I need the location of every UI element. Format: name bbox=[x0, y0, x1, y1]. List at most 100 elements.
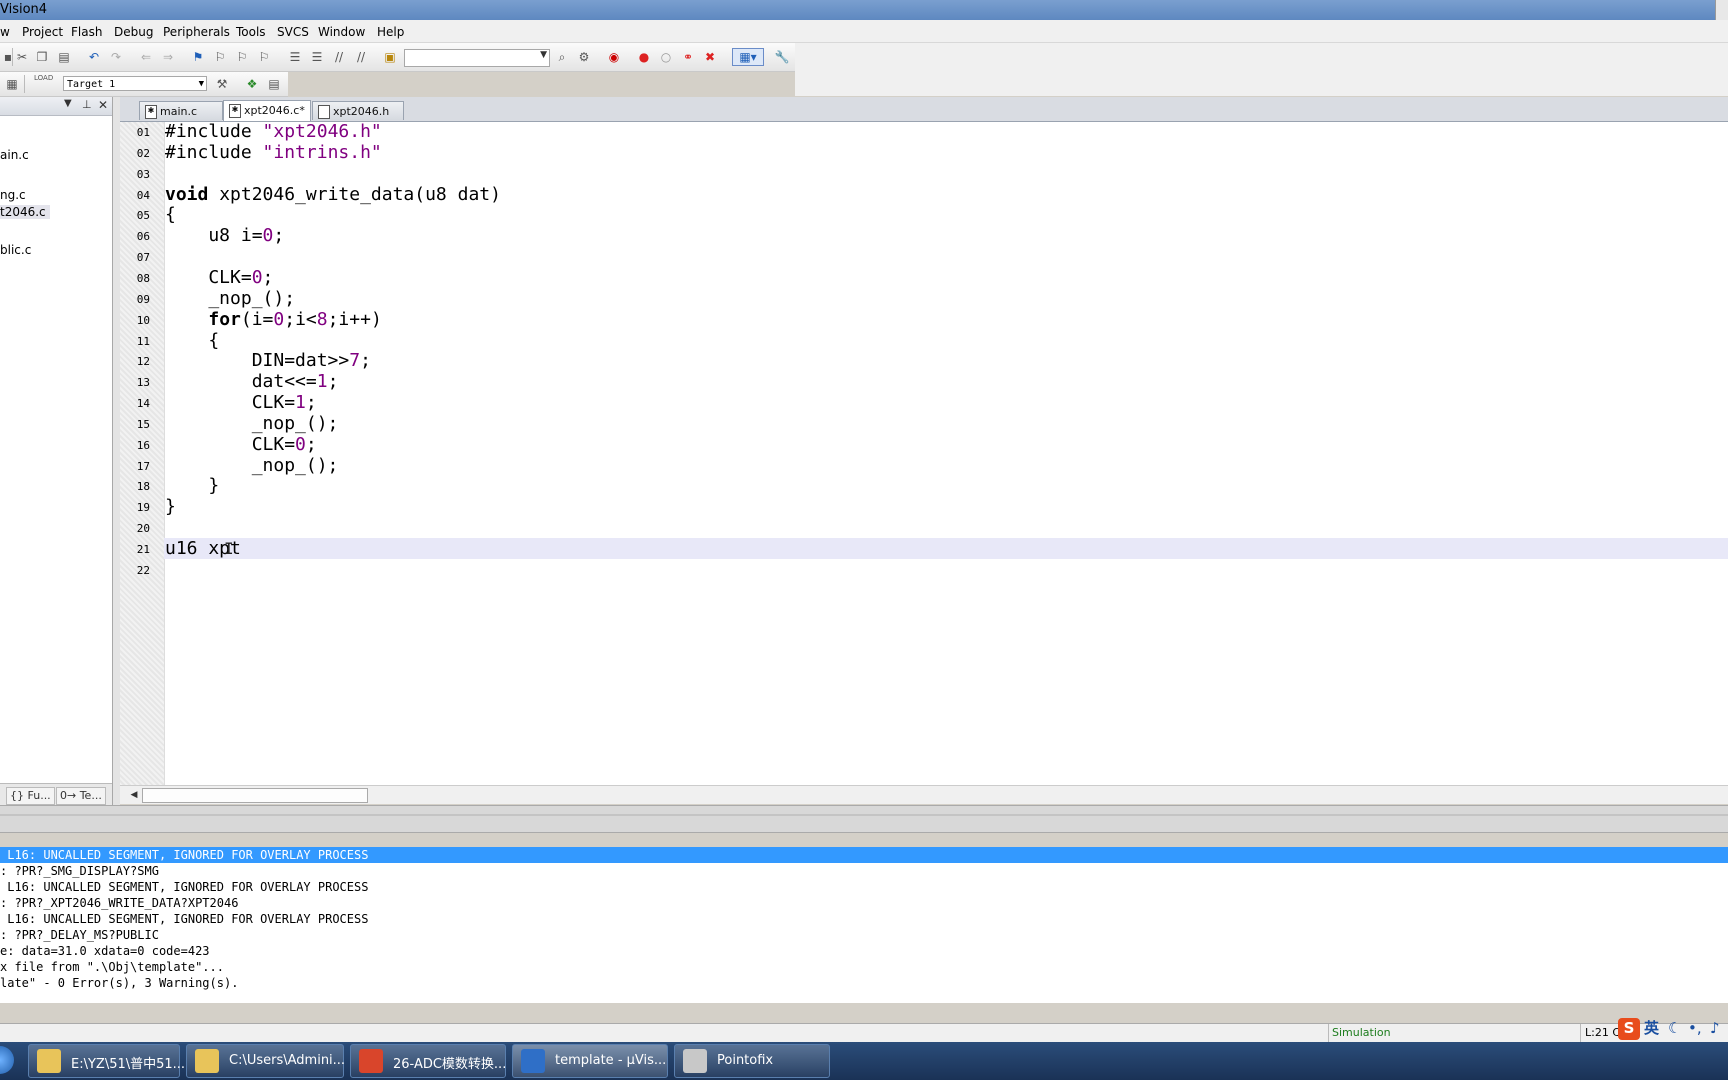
tree-item-public[interactable]: blic.c bbox=[0, 243, 31, 257]
taskbar-item-uvision[interactable]: template - µVis... bbox=[512, 1044, 668, 1078]
nav-back-icon[interactable]: ⇐ bbox=[138, 49, 154, 65]
redo-icon[interactable]: ↷ bbox=[108, 49, 124, 65]
next-bookmark-icon[interactable]: ⚐ bbox=[234, 49, 250, 65]
menu-svcs[interactable]: SVCS bbox=[277, 25, 309, 39]
code-line[interactable]: } bbox=[164, 475, 1728, 496]
output-line[interactable]: e: data=31.0 xdata=0 code=423 bbox=[0, 943, 1728, 959]
code-line[interactable]: _nop_(); bbox=[164, 455, 1728, 476]
taskbar-item-powerpoint[interactable]: 26-ADC模数转换... bbox=[350, 1044, 506, 1078]
find-icon[interactable]: ⌕ bbox=[554, 49, 570, 65]
tab-xpt2046-c[interactable]: ✱ xpt2046.c* bbox=[223, 100, 311, 121]
code-line[interactable]: CLK=0; bbox=[164, 434, 1728, 455]
microphone-icon[interactable]: ♪ bbox=[1710, 1018, 1720, 1038]
select-packs-icon[interactable]: ▤ bbox=[266, 76, 282, 92]
uncomment-icon[interactable]: // bbox=[353, 49, 369, 65]
ime-language[interactable]: 英 bbox=[1644, 1018, 1659, 1038]
build-output-window[interactable]: L16: UNCALLED SEGMENT, IGNORED FOR OVERL… bbox=[0, 847, 1728, 1003]
code-line[interactable] bbox=[164, 517, 1728, 538]
code-line[interactable] bbox=[164, 559, 1728, 580]
window-control-button[interactable] bbox=[1715, 0, 1728, 20]
indent-icon[interactable]: ☰ bbox=[287, 49, 303, 65]
find-combo[interactable]: ▼ bbox=[404, 49, 550, 67]
menu-tools[interactable]: Tools bbox=[236, 25, 266, 39]
code-line[interactable]: { bbox=[164, 330, 1728, 351]
code-line[interactable]: { bbox=[164, 204, 1728, 225]
start-button-icon[interactable] bbox=[0, 1046, 14, 1074]
scroll-left-icon[interactable]: ◀ bbox=[128, 788, 140, 802]
code-line[interactable] bbox=[164, 246, 1728, 267]
menu-flash[interactable]: Flash bbox=[71, 25, 102, 39]
load-icon[interactable]: LOAD bbox=[34, 74, 53, 90]
taskbar-item-explorer-1[interactable]: E:\YZ\51\普中51... bbox=[28, 1044, 185, 1078]
tab-xpt2046-h[interactable]: xpt2046.h bbox=[312, 101, 404, 120]
find-in-files-icon[interactable]: ▣ bbox=[382, 49, 398, 65]
menu-view[interactable]: w bbox=[0, 25, 10, 39]
code-line[interactable]: #include "intrins.h" bbox=[164, 142, 1728, 163]
bookmark-icon[interactable]: ⚑ bbox=[190, 49, 206, 65]
paste-icon[interactable]: ▤ bbox=[56, 49, 72, 65]
target-options-icon[interactable]: ⚒ bbox=[214, 76, 230, 92]
scrollbar-thumb[interactable] bbox=[142, 788, 368, 803]
tab-templates[interactable]: 0→ Te... bbox=[56, 787, 106, 805]
download-icon[interactable]: ▦ bbox=[4, 76, 20, 92]
code-line[interactable]: u8 i=0; bbox=[164, 225, 1728, 246]
code-line[interactable]: #include "xpt2046.h" bbox=[164, 121, 1728, 142]
menu-window[interactable]: Window bbox=[318, 25, 365, 39]
tab-functions[interactable]: {} Fu... bbox=[6, 787, 55, 805]
cut-icon[interactable]: ✂ bbox=[14, 49, 30, 65]
code-line[interactable]: u16 xpt bbox=[164, 538, 1728, 559]
output-line[interactable]: : ?PR?_XPT2046_WRITE_DATA?XPT2046 bbox=[0, 895, 1728, 911]
output-line[interactable]: late" - 0 Error(s), 3 Warning(s). bbox=[0, 975, 1728, 991]
tree-item-smg[interactable]: ng.c bbox=[0, 188, 26, 202]
code-line[interactable]: CLK=1; bbox=[164, 392, 1728, 413]
sogou-logo-icon[interactable]: S bbox=[1618, 1018, 1640, 1040]
taskbar-item-pointofix[interactable]: Pointofix bbox=[674, 1044, 830, 1078]
window-layout-icon[interactable]: ▦▾ bbox=[732, 48, 764, 66]
output-line[interactable]: : ?PR?_SMG_DISPLAY?SMG bbox=[0, 863, 1728, 879]
code-line[interactable] bbox=[164, 163, 1728, 184]
menu-debug[interactable]: Debug bbox=[114, 25, 153, 39]
breakpoint-disable-all-icon[interactable]: ⚭ bbox=[680, 49, 696, 65]
output-line[interactable]: L16: UNCALLED SEGMENT, IGNORED FOR OVERL… bbox=[0, 911, 1728, 927]
copy-icon[interactable]: ❐ bbox=[34, 49, 50, 65]
tab-main-c[interactable]: ✱ main.c bbox=[139, 101, 223, 120]
tree-item-xpt2046[interactable]: t2046.c bbox=[0, 205, 50, 219]
target-select[interactable]: Target 1 ▼ bbox=[63, 76, 207, 91]
taskbar-item-explorer-2[interactable]: C:\Users\Admini... bbox=[186, 1044, 345, 1078]
configure-icon[interactable]: 🔧 bbox=[774, 49, 790, 65]
code-line[interactable]: DIN=dat>>7; bbox=[164, 350, 1728, 371]
code-line[interactable]: CLK=0; bbox=[164, 267, 1728, 288]
menu-help[interactable]: Help bbox=[377, 25, 404, 39]
output-line[interactable]: x file from ".\Obj\template"... bbox=[0, 959, 1728, 975]
code-line[interactable]: for(i=0;i<8;i++) bbox=[164, 309, 1728, 330]
horizontal-scrollbar[interactable]: ◀ bbox=[120, 785, 1728, 804]
output-line[interactable]: L16: UNCALLED SEGMENT, IGNORED FOR OVERL… bbox=[0, 879, 1728, 895]
incremental-find-icon[interactable]: ⚙ bbox=[576, 49, 592, 65]
close-icon[interactable]: ✕ bbox=[98, 98, 108, 112]
output-line[interactable]: L16: UNCALLED SEGMENT, IGNORED FOR OVERL… bbox=[0, 847, 1728, 863]
code-line[interactable]: void xpt2046_write_data(u8 dat) bbox=[164, 184, 1728, 205]
prev-bookmark-icon[interactable]: ⚐ bbox=[212, 49, 228, 65]
code-line[interactable]: _nop_(); bbox=[164, 413, 1728, 434]
code-line[interactable]: } bbox=[164, 496, 1728, 517]
menu-peripherals[interactable]: Peripherals bbox=[163, 25, 230, 39]
debug-session-icon[interactable]: ◉ bbox=[606, 49, 622, 65]
breakpoint-disable-icon[interactable]: ○ bbox=[658, 49, 674, 65]
breakpoint-kill-all-icon[interactable]: ✖ bbox=[702, 49, 718, 65]
manage-components-icon[interactable]: ❖ bbox=[244, 76, 260, 92]
moon-icon[interactable]: ☾ bbox=[1668, 1018, 1681, 1038]
code-line[interactable]: dat<<=1; bbox=[164, 371, 1728, 392]
undo-icon[interactable]: ↶ bbox=[86, 49, 102, 65]
nav-forward-icon[interactable]: ⇒ bbox=[160, 49, 176, 65]
menu-project[interactable]: Project bbox=[22, 25, 63, 39]
punctuation-icon[interactable]: •, bbox=[1688, 1018, 1702, 1038]
unindent-icon[interactable]: ☰ bbox=[309, 49, 325, 65]
comment-icon[interactable]: // bbox=[331, 49, 347, 65]
output-line[interactable]: : ?PR?_DELAY_MS?PUBLIC bbox=[0, 927, 1728, 943]
tree-item-main[interactable]: ain.c bbox=[0, 148, 29, 162]
output-splitter[interactable] bbox=[0, 805, 1728, 833]
panel-splitter[interactable] bbox=[113, 97, 120, 805]
code-editor[interactable]: 01 02 03 04 05 06 07 08 09 10 11 12 13 14 15 16 17 18 19 20… bbox=[120, 121, 1728, 785]
pin-icon[interactable]: ⊥ bbox=[82, 98, 92, 111]
breakpoint-insert-icon[interactable]: ● bbox=[636, 49, 652, 65]
